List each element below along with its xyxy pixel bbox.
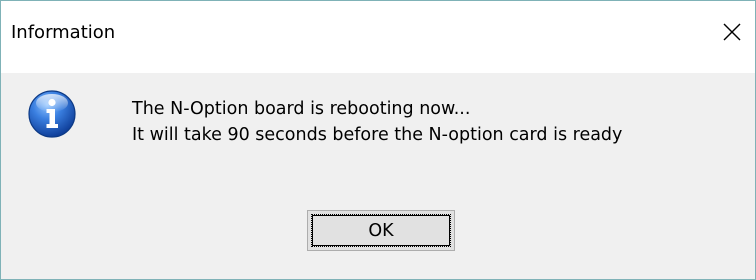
close-icon (723, 23, 741, 41)
message-line-1: The N-Option board is rebooting now... (132, 99, 471, 119)
ok-button[interactable]: OK (307, 210, 455, 251)
information-dialog: Information The N-Option board is reboot… (0, 0, 756, 280)
dialog-content: The N-Option board is rebooting now... I… (1, 73, 755, 279)
title-bar[interactable]: Information (1, 1, 755, 73)
dialog-title: Information (11, 22, 116, 43)
ok-button-label: OK (368, 220, 394, 241)
close-button[interactable] (715, 15, 749, 49)
information-icon (28, 90, 76, 138)
message-line-2: It will take 90 seconds before the N-opt… (132, 125, 623, 145)
message-text: The N-Option board is rebooting now... I… (132, 96, 622, 148)
